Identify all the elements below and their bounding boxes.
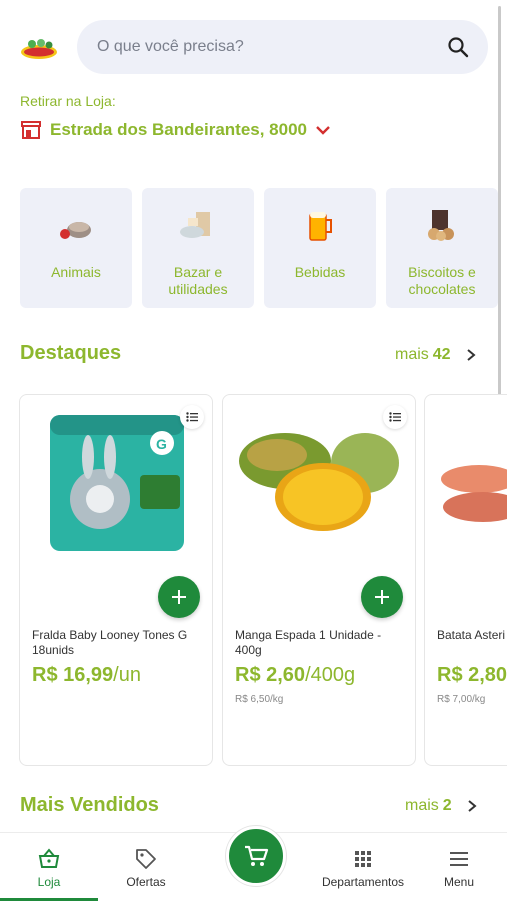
more-destaques-link[interactable]: mais 42 [395, 346, 477, 364]
store-name[interactable]: Estrada dos Bandeirantes, 8000 [50, 120, 307, 140]
add-to-cart-button[interactable] [361, 576, 403, 618]
nav-label: Departamentos [321, 875, 405, 889]
store-icon [21, 121, 41, 139]
category-bazar[interactable]: Bazar e utilidades [142, 188, 254, 308]
nav-loja[interactable]: Loja [0, 833, 98, 901]
product-card[interactable]: G Fralda Baby Looney Tones G 18unids R$ … [19, 394, 213, 766]
list-icon [186, 412, 198, 422]
product-card[interactable]: Manga Espada 1 Unidade - 400g R$ 2,60/40… [222, 394, 416, 766]
product-name[interactable]: Manga Espada 1 Unidade - 400g [235, 628, 405, 658]
plus-icon [172, 590, 186, 604]
category-label: Bazar e utilidades [168, 264, 228, 297]
add-to-cart-button[interactable] [158, 576, 200, 618]
brand-logo [21, 39, 57, 59]
category-animais[interactable]: Animais [20, 188, 132, 308]
section-title-destaques: Destaques [20, 342, 122, 364]
grid-icon [355, 851, 371, 867]
product-price: R$ 2,60/400g [235, 664, 356, 686]
product-name[interactable]: Batata Asteri 400g [437, 628, 507, 643]
nav-label: Menu [443, 875, 475, 889]
product-image [239, 433, 399, 531]
store-selector[interactable]: Estrada dos Bandeirantes, 8000 [20, 120, 331, 140]
add-to-list-button[interactable] [180, 405, 204, 429]
product-name[interactable]: Fralda Baby Looney Tones G 18unids [32, 628, 202, 658]
search-bar[interactable] [77, 20, 488, 74]
product-image: G [50, 415, 184, 551]
category-biscoitos[interactable]: Biscoitos e chocolates [386, 188, 498, 308]
more-label: mais [395, 346, 429, 363]
section-title-mais-vendidos: Mais Vendidos [20, 794, 159, 816]
tag-icon [136, 849, 156, 869]
bazaar-icon [180, 212, 210, 238]
product-unit-price: R$ 6,50/kg [235, 694, 284, 705]
beer-mug-icon [309, 212, 332, 241]
product-unit-price: R$ 7,00/kg [437, 694, 486, 705]
basket-icon [38, 848, 60, 868]
product-card[interactable]: Batata Asteri 400g R$ 2,80/ R$ 7,00/kg [424, 394, 507, 766]
more-count: 2 [442, 797, 452, 814]
category-label: Biscoitos e chocolates [408, 264, 476, 297]
cart-button[interactable] [226, 826, 286, 886]
chocolate-icon [428, 210, 454, 241]
nav-ofertas[interactable]: Ofertas [98, 833, 194, 901]
add-to-list-button[interactable] [383, 405, 407, 429]
more-label: mais [405, 797, 439, 814]
more-count: 42 [432, 346, 451, 363]
nav-label: Ofertas [126, 875, 166, 889]
chevron-down-icon[interactable] [315, 124, 331, 136]
chevron-right-icon [466, 349, 476, 361]
more-mais-vendidos-link[interactable]: mais 2 [405, 797, 478, 815]
search-input[interactable] [95, 37, 446, 57]
category-label: Bebidas [294, 264, 346, 280]
plus-icon [375, 590, 389, 604]
search-icon[interactable] [446, 35, 470, 59]
list-icon [389, 412, 401, 422]
product-image [441, 465, 507, 522]
pickup-label: Retirar na Loja: [20, 93, 116, 109]
product-price: R$ 2,80/ [437, 664, 507, 686]
category-bebidas[interactable]: Bebidas [264, 188, 376, 308]
pet-food-icon [60, 222, 91, 239]
product-price: R$ 16,99/un [32, 664, 141, 686]
hamburger-icon [450, 852, 468, 866]
chevron-right-icon [468, 800, 477, 812]
cart-icon [245, 845, 269, 866]
nav-label: Loja [37, 875, 61, 889]
nav-departamentos[interactable]: Departamentos [310, 833, 416, 901]
svg-text:G: G [156, 436, 167, 452]
nav-menu[interactable]: Menu [416, 833, 502, 901]
category-label: Animais [51, 264, 101, 280]
